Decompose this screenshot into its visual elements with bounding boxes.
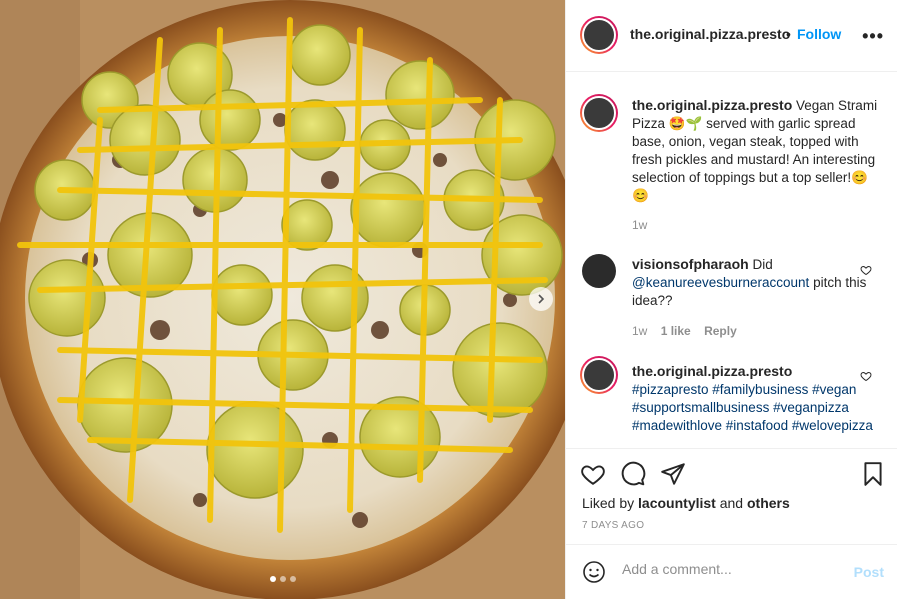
add-comment-bar: Post xyxy=(566,544,897,599)
post-image[interactable] xyxy=(0,0,565,599)
avatar[interactable] xyxy=(580,16,618,54)
instagram-post: the.original.pizza.presto • Follow ••• t… xyxy=(0,0,897,599)
carousel-dot xyxy=(269,576,276,582)
reply-button[interactable]: Reply xyxy=(704,324,737,338)
avatar-image xyxy=(582,18,616,52)
more-icon[interactable]: ••• xyxy=(862,26,884,47)
comment-input[interactable] xyxy=(620,560,834,578)
caption-avatar[interactable] xyxy=(580,94,618,132)
comment-likes[interactable]: 1 like xyxy=(661,324,691,338)
carousel-next-button[interactable] xyxy=(529,287,553,311)
caption-text: Vegan Strami Pizza 🤩🌱 served with garlic… xyxy=(632,98,878,203)
avatar-image xyxy=(582,358,616,392)
liked-by-prefix: Liked by xyxy=(582,495,635,511)
carousel-dot xyxy=(279,576,286,582)
liked-by-user[interactable]: lacountylist xyxy=(638,495,716,511)
post-comment-button[interactable]: Post xyxy=(854,564,884,580)
commenter-avatar[interactable] xyxy=(580,356,618,394)
caption-time: 1w xyxy=(632,218,648,232)
emoji-icon[interactable] xyxy=(582,560,606,584)
commenter-avatar[interactable] xyxy=(582,254,616,288)
follow-button[interactable]: Follow xyxy=(797,26,841,42)
comment-icon[interactable] xyxy=(620,461,646,487)
comment: visionsofpharaoh Did @keanureevesburnera… xyxy=(632,255,882,310)
liked-by-and: and xyxy=(719,495,744,511)
chevron-right-icon xyxy=(538,294,545,304)
post-actions: Liked by lacountylist and others 7 DAYS … xyxy=(566,448,897,544)
heart-icon[interactable] xyxy=(580,461,606,487)
caption-username[interactable]: the.original.pizza.presto xyxy=(632,97,792,113)
caption: the.original.pizza.presto Vegan Strami P… xyxy=(632,96,882,205)
comment: the.original.pizza.presto #pizzapresto #… xyxy=(632,362,882,435)
post-side-panel: the.original.pizza.presto • Follow ••• t… xyxy=(565,0,897,599)
comment-username[interactable]: visionsofpharaoh xyxy=(632,256,749,272)
caption-meta: 1w xyxy=(632,218,657,232)
hashtags[interactable]: #pizzapresto #familybusiness #vegan #sup… xyxy=(632,382,873,433)
like-comment-icon[interactable] xyxy=(860,264,872,276)
share-icon[interactable] xyxy=(660,461,686,487)
liked-by-others[interactable]: others xyxy=(747,495,790,511)
liked-by: Liked by lacountylist and others xyxy=(582,495,790,511)
carousel-indicator xyxy=(0,576,565,582)
pizza-photo xyxy=(0,0,565,599)
carousel-dot xyxy=(289,576,296,582)
like-comment-icon[interactable] xyxy=(860,370,872,382)
avatar-image xyxy=(582,96,616,130)
header-username[interactable]: the.original.pizza.presto xyxy=(630,26,790,42)
comments-list[interactable]: the.original.pizza.presto Vegan Strami P… xyxy=(566,72,897,448)
mention-link[interactable]: @keanureevesburneraccount xyxy=(632,275,809,290)
comment-username[interactable]: the.original.pizza.presto xyxy=(632,363,792,379)
post-date[interactable]: 7 DAYS AGO xyxy=(582,520,644,531)
comment-time: 1w xyxy=(632,324,648,338)
comment-text: Did xyxy=(752,257,773,272)
header-separator: • xyxy=(786,26,791,42)
comment-meta: 1w 1 like Reply xyxy=(632,324,747,338)
post-header: the.original.pizza.presto • Follow ••• xyxy=(566,0,897,72)
bookmark-icon[interactable] xyxy=(860,461,886,487)
